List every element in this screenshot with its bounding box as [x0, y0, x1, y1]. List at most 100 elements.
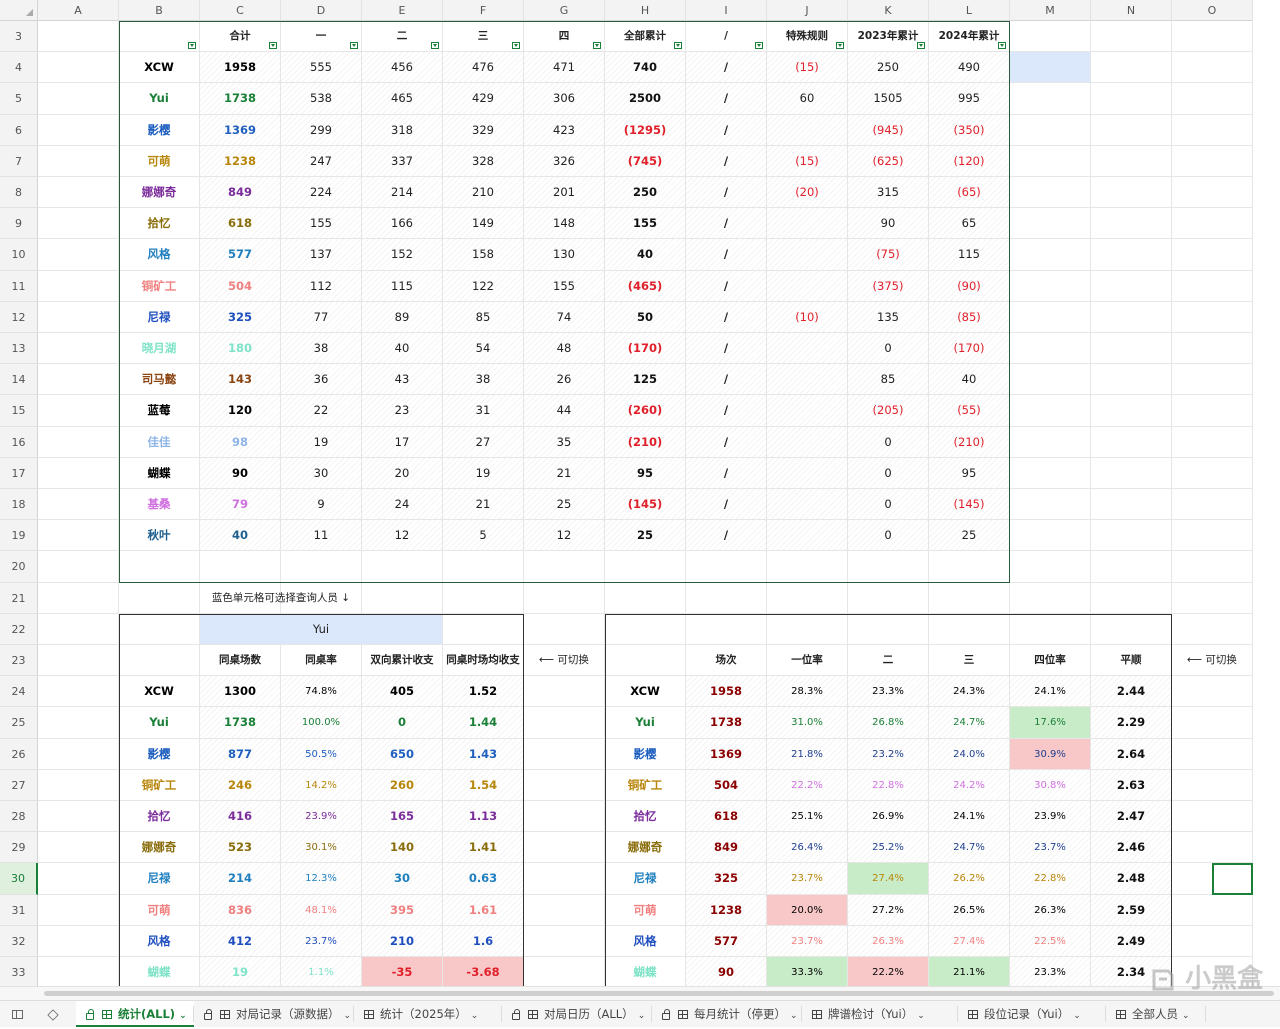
empty-cell[interactable] — [1172, 239, 1253, 271]
empty-cell[interactable] — [1091, 52, 1172, 84]
empty-cell[interactable] — [524, 707, 605, 739]
empty-cell[interactable] — [1172, 364, 1253, 396]
filter-dropdown-icon[interactable] — [512, 42, 520, 50]
empty-cell[interactable] — [524, 894, 605, 926]
row-header-7[interactable]: 7 — [0, 145, 38, 177]
row-header-33[interactable]: 33 — [0, 957, 38, 986]
empty-cell[interactable] — [1010, 551, 1091, 583]
empty-cell[interactable] — [1172, 863, 1253, 895]
empty-cell[interactable] — [38, 21, 119, 53]
chevron-down-icon[interactable]: ⌄ — [790, 1011, 798, 1021]
empty-cell[interactable] — [1172, 738, 1253, 770]
empty-cell[interactable] — [929, 582, 1010, 614]
empty-cell[interactable] — [38, 957, 119, 986]
empty-cell[interactable] — [1010, 239, 1091, 271]
empty-cell[interactable] — [1010, 145, 1091, 177]
sheet-tab[interactable]: 对局日历（ALL） ⌄ — [502, 1001, 652, 1027]
empty-cell[interactable] — [1091, 208, 1172, 240]
filter-dropdown-icon[interactable] — [755, 42, 763, 50]
row-header-24[interactable]: 24 — [0, 676, 38, 708]
empty-cell[interactable] — [929, 613, 1010, 645]
row-header-17[interactable]: 17 — [0, 457, 38, 489]
empty-cell[interactable] — [1172, 925, 1253, 957]
empty-cell[interactable] — [1010, 177, 1091, 209]
empty-cell[interactable] — [1091, 177, 1172, 209]
row-header-20[interactable]: 20 — [0, 551, 38, 583]
empty-cell[interactable] — [38, 457, 119, 489]
empty-cell[interactable] — [1172, 52, 1253, 84]
empty-cell[interactable] — [1091, 114, 1172, 146]
empty-cell[interactable] — [38, 925, 119, 957]
empty-cell[interactable] — [1172, 489, 1253, 521]
chevron-down-icon[interactable]: ⌄ — [1073, 1011, 1081, 1021]
row-header-5[interactable]: 5 — [0, 83, 38, 115]
sheet-tab[interactable]: 段位记录（Yui） ⌄ — [958, 1001, 1106, 1027]
row-header-4[interactable]: 4 — [0, 52, 38, 84]
row-header-21[interactable]: 21 — [0, 582, 38, 614]
empty-cell[interactable] — [1010, 301, 1091, 333]
empty-cell[interactable] — [38, 738, 119, 770]
empty-cell[interactable] — [686, 613, 767, 645]
empty-cell[interactable] — [38, 301, 119, 333]
empty-cell[interactable] — [1172, 801, 1253, 833]
empty-cell[interactable] — [1172, 145, 1253, 177]
empty-cell[interactable] — [1172, 21, 1253, 53]
empty-cell[interactable] — [1172, 832, 1253, 864]
empty-cell[interactable] — [1091, 457, 1172, 489]
layers-icon[interactable] — [42, 1001, 64, 1027]
empty-cell[interactable] — [38, 520, 119, 552]
empty-cell[interactable] — [1172, 270, 1253, 302]
column-header-c[interactable]: C — [200, 0, 281, 21]
sheet-tab[interactable]: 统计(ALL) ⌄ — [76, 1001, 194, 1027]
row-header-6[interactable]: 6 — [0, 114, 38, 146]
empty-cell[interactable] — [1010, 333, 1091, 365]
sidebar-toggle-icon[interactable] — [6, 1001, 28, 1027]
empty-cell[interactable] — [38, 52, 119, 84]
empty-cell[interactable] — [38, 801, 119, 833]
row-header-14[interactable]: 14 — [0, 364, 38, 396]
empty-cell[interactable] — [929, 551, 1010, 583]
row-header-15[interactable]: 15 — [0, 395, 38, 427]
empty-cell[interactable] — [605, 551, 686, 583]
person-select-cell[interactable]: Yui — [200, 613, 443, 645]
filter-dropdown-icon[interactable] — [269, 42, 277, 50]
empty-cell[interactable] — [524, 957, 605, 986]
empty-cell[interactable] — [848, 551, 929, 583]
empty-cell[interactable] — [38, 177, 119, 209]
empty-cell[interactable] — [362, 551, 443, 583]
empty-cell[interactable] — [1010, 426, 1091, 458]
empty-cell[interactable] — [524, 769, 605, 801]
empty-cell[interactable] — [119, 645, 200, 677]
empty-cell[interactable] — [686, 551, 767, 583]
empty-cell[interactable] — [605, 582, 686, 614]
empty-cell[interactable] — [1172, 613, 1253, 645]
empty-cell[interactable] — [1091, 426, 1172, 458]
empty-cell[interactable] — [1010, 21, 1091, 53]
empty-cell[interactable] — [38, 676, 119, 708]
row-header-19[interactable]: 19 — [0, 520, 38, 552]
empty-cell[interactable] — [767, 613, 848, 645]
selected-blue-cell[interactable] — [1010, 52, 1091, 84]
column-header-g[interactable]: G — [524, 0, 605, 21]
empty-cell[interactable] — [1172, 83, 1253, 115]
column-header-o[interactable]: O — [1172, 0, 1253, 21]
empty-cell[interactable] — [686, 582, 767, 614]
empty-cell[interactable] — [1010, 613, 1091, 645]
filter-dropdown-icon[interactable] — [350, 42, 358, 50]
empty-cell[interactable] — [1172, 333, 1253, 365]
filter-dropdown-icon[interactable] — [917, 42, 925, 50]
empty-cell[interactable] — [1172, 582, 1253, 614]
empty-cell[interactable] — [1172, 426, 1253, 458]
column-header-a[interactable]: A — [38, 0, 119, 21]
empty-cell[interactable] — [605, 645, 686, 677]
empty-cell[interactable] — [1010, 208, 1091, 240]
row-header-3[interactable]: 3 — [0, 21, 38, 53]
row-header-30[interactable]: 30 — [0, 863, 38, 895]
scrollbar-thumb[interactable] — [44, 991, 1274, 996]
empty-cell[interactable] — [443, 582, 524, 614]
empty-cell[interactable] — [38, 894, 119, 926]
empty-cell[interactable] — [38, 333, 119, 365]
row-header-9[interactable]: 9 — [0, 208, 38, 240]
empty-cell[interactable] — [38, 208, 119, 240]
empty-cell[interactable] — [38, 364, 119, 396]
